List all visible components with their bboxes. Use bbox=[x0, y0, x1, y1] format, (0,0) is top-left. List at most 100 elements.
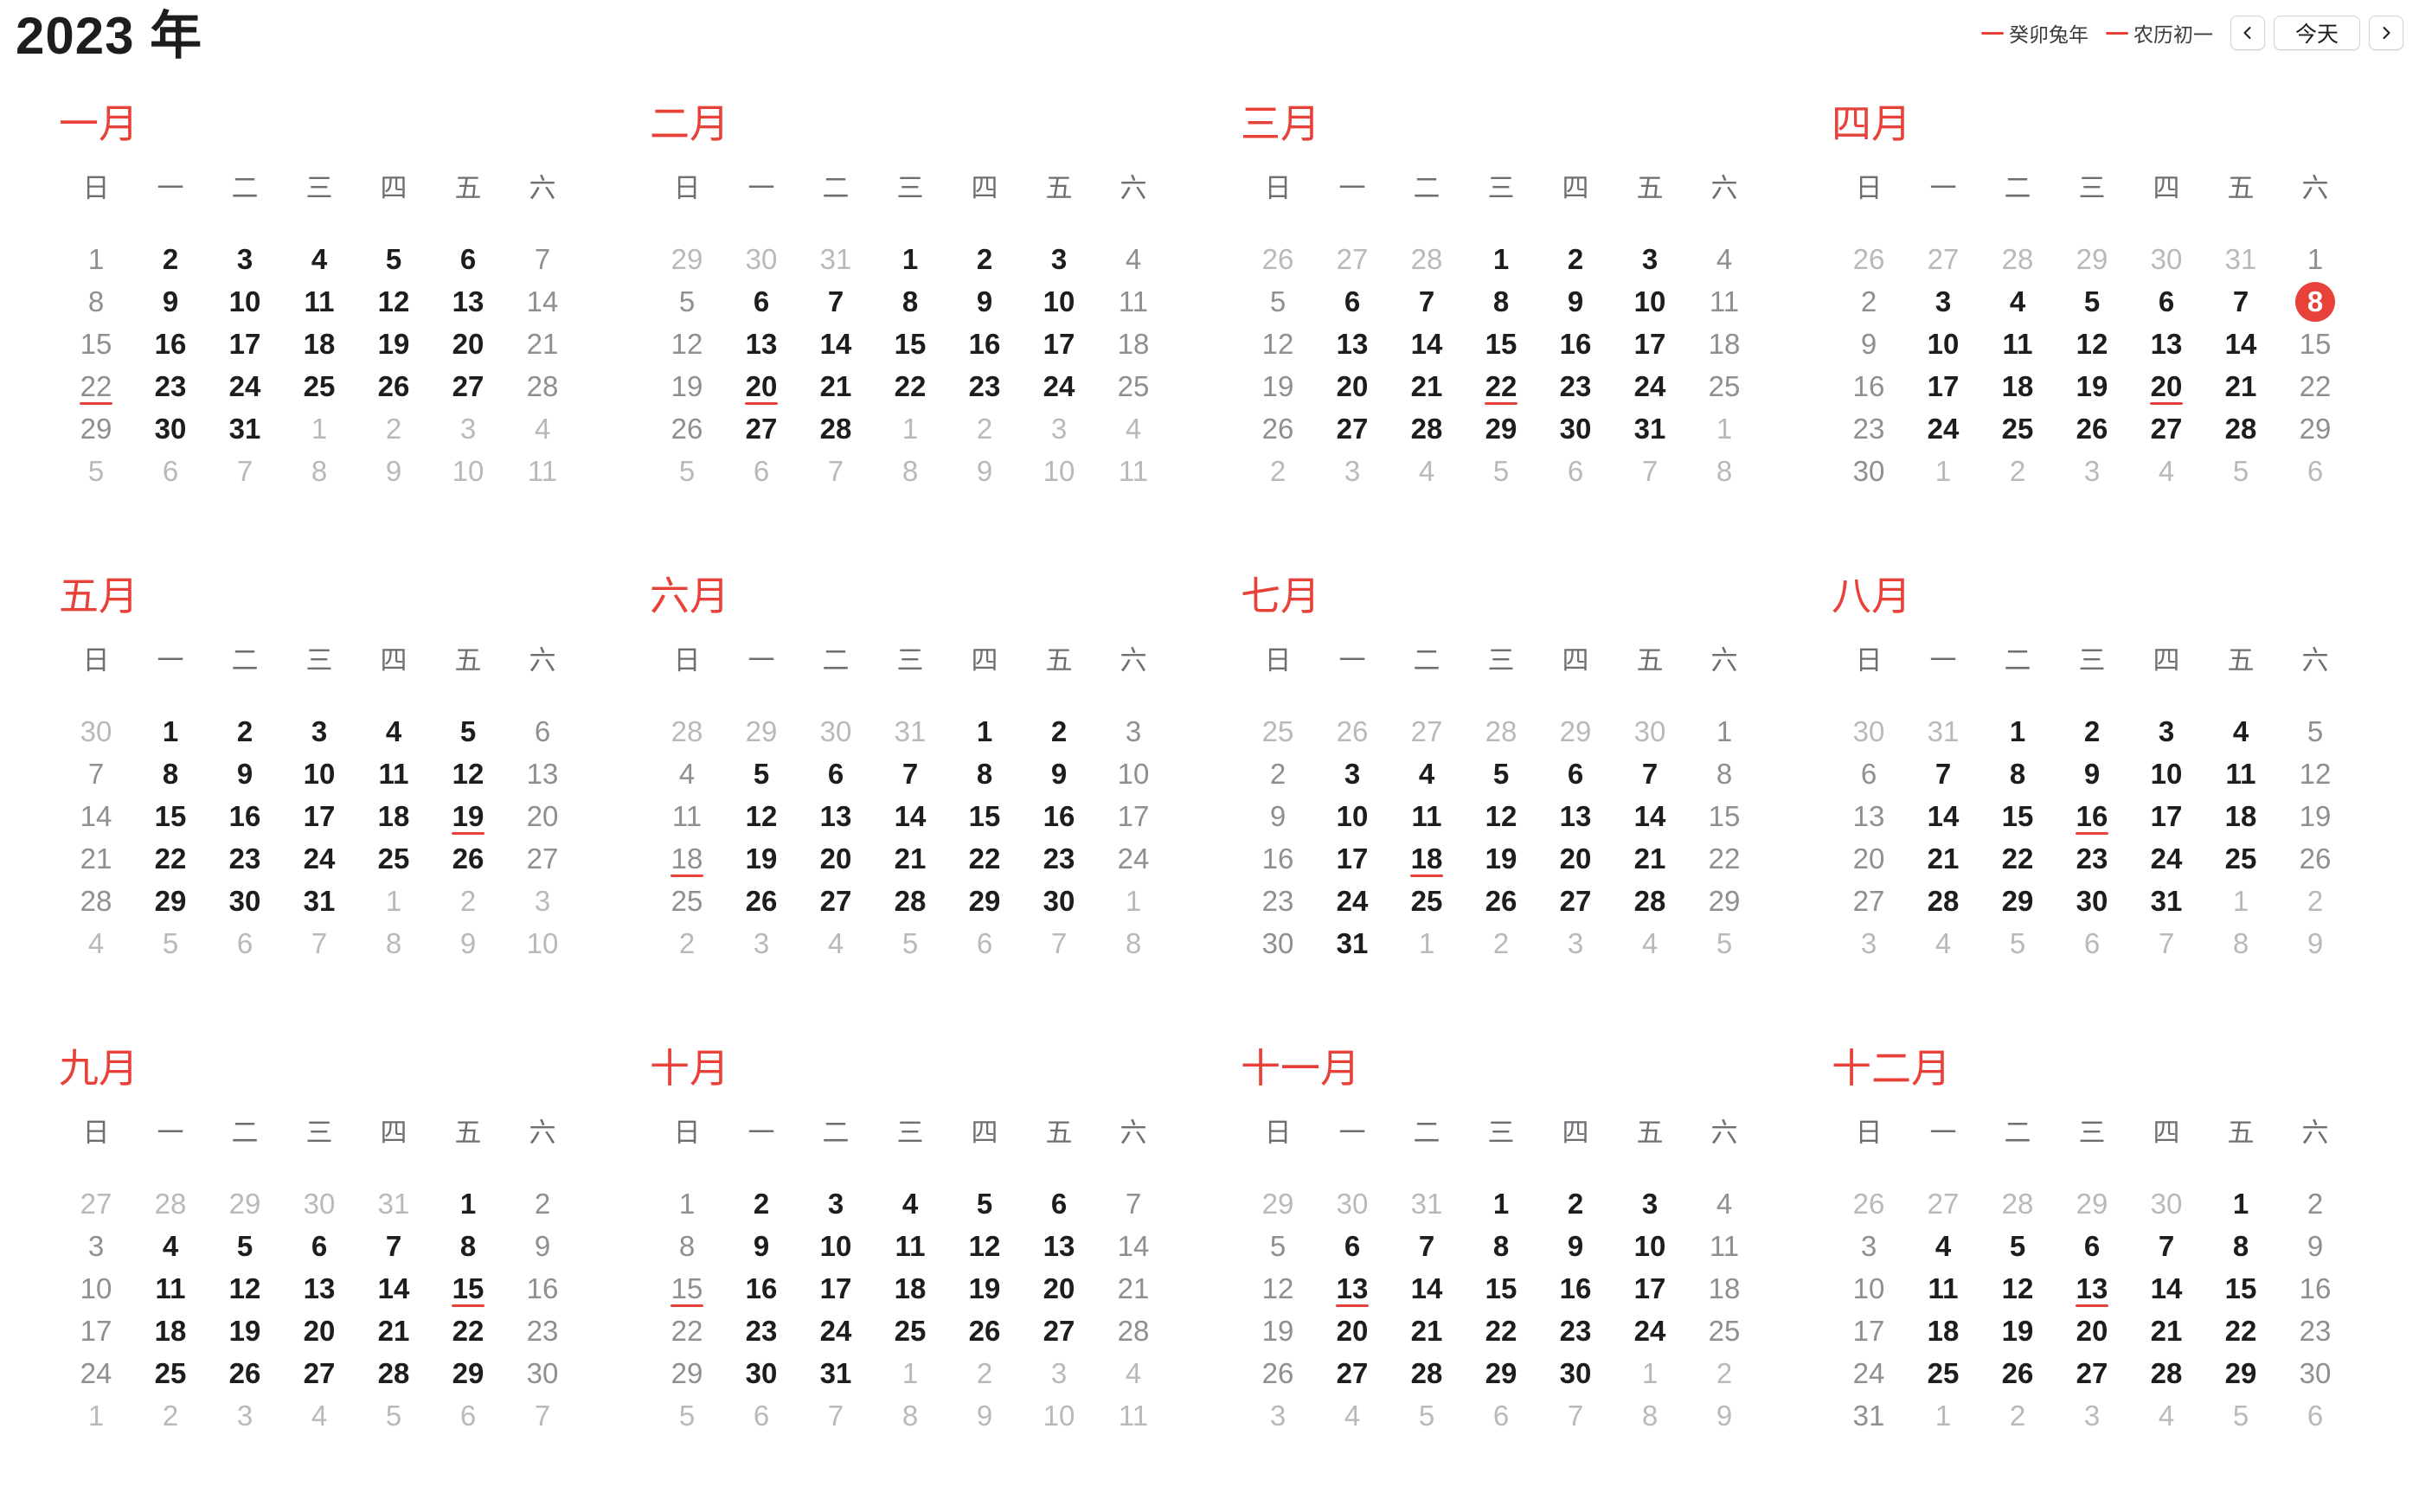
day-cell[interactable]: 3 bbox=[282, 710, 356, 753]
month-title[interactable]: 二月 bbox=[650, 95, 1241, 152]
adjacent-month-day[interactable]: 28 bbox=[650, 710, 724, 753]
adjacent-month-day[interactable]: 29 bbox=[724, 710, 799, 753]
month-title[interactable]: 十一月 bbox=[1241, 1040, 1832, 1097]
day-cell[interactable]: 4 bbox=[282, 238, 356, 280]
day-cell[interactable]: 15 bbox=[2204, 1267, 2278, 1310]
today-button[interactable]: 今天 bbox=[2273, 16, 2360, 50]
day-cell[interactable]: 1 bbox=[1687, 710, 1761, 753]
adjacent-month-day[interactable]: 2 bbox=[1464, 922, 1538, 964]
day-cell[interactable]: 6 bbox=[505, 710, 580, 753]
adjacent-month-day[interactable]: 6 bbox=[1538, 450, 1613, 492]
adjacent-month-day[interactable]: 25 bbox=[1241, 710, 1315, 753]
day-cell[interactable]: 13 bbox=[431, 280, 505, 323]
adjacent-month-day[interactable]: 26 bbox=[1832, 238, 1906, 280]
day-cell[interactable]: 12 bbox=[650, 323, 724, 365]
adjacent-month-day[interactable]: 3 bbox=[1832, 922, 1906, 964]
day-cell[interactable]: 12 bbox=[1464, 795, 1538, 837]
day-cell[interactable]: 2 bbox=[1832, 280, 1906, 323]
day-cell[interactable]: 17 bbox=[1022, 323, 1096, 365]
day-cell[interactable]: 28 bbox=[1389, 407, 1464, 450]
day-cell[interactable]: 16 bbox=[1538, 323, 1613, 365]
day-cell[interactable]: 6 bbox=[431, 238, 505, 280]
adjacent-month-day[interactable]: 2 bbox=[650, 922, 724, 964]
adjacent-month-day[interactable]: 11 bbox=[1096, 450, 1171, 492]
day-cell[interactable]: 15 bbox=[873, 323, 947, 365]
day-cell[interactable]: 31 bbox=[2129, 880, 2204, 922]
day-cell[interactable]: 7 bbox=[1613, 753, 1687, 795]
adjacent-month-day[interactable]: 27 bbox=[1906, 238, 1980, 280]
day-cell[interactable]: 8 bbox=[1687, 753, 1761, 795]
day-cell[interactable]: 15 bbox=[650, 1267, 724, 1310]
day-cell[interactable]: 8 bbox=[873, 280, 947, 323]
adjacent-month-day[interactable]: 30 bbox=[1315, 1182, 1389, 1225]
day-cell[interactable]: 27 bbox=[505, 837, 580, 880]
adjacent-month-day[interactable]: 30 bbox=[1832, 710, 1906, 753]
day-cell[interactable]: 12 bbox=[431, 753, 505, 795]
day-cell[interactable]: 28 bbox=[799, 407, 873, 450]
day-cell[interactable]: 13 bbox=[1538, 795, 1613, 837]
adjacent-month-day[interactable]: 5 bbox=[133, 922, 208, 964]
day-cell[interactable]: 20 bbox=[2129, 365, 2204, 407]
day-cell[interactable]: 19 bbox=[1241, 1310, 1315, 1352]
adjacent-month-day[interactable]: 10 bbox=[1022, 1394, 1096, 1437]
day-cell[interactable]: 1 bbox=[2204, 1182, 2278, 1225]
day-cell[interactable]: 3 bbox=[799, 1182, 873, 1225]
day-cell[interactable]: 29 bbox=[431, 1352, 505, 1394]
day-cell[interactable]: 9 bbox=[2055, 753, 2129, 795]
day-cell[interactable]: 17 bbox=[2129, 795, 2204, 837]
day-cell[interactable]: 15 bbox=[431, 1267, 505, 1310]
day-cell[interactable]: 5 bbox=[356, 238, 431, 280]
day-cell[interactable]: 30 bbox=[208, 880, 282, 922]
day-cell[interactable]: 27 bbox=[282, 1352, 356, 1394]
adjacent-month-day[interactable]: 2 bbox=[947, 407, 1022, 450]
day-cell[interactable]: 18 bbox=[1096, 323, 1171, 365]
day-cell[interactable]: 22 bbox=[650, 1310, 724, 1352]
day-cell[interactable]: 6 bbox=[799, 753, 873, 795]
day-cell[interactable]: 25 bbox=[650, 880, 724, 922]
day-cell[interactable]: 21 bbox=[1389, 1310, 1464, 1352]
day-cell[interactable]: 13 bbox=[505, 753, 580, 795]
adjacent-month-day[interactable]: 30 bbox=[724, 238, 799, 280]
day-cell[interactable]: 17 bbox=[1832, 1310, 1906, 1352]
day-cell[interactable]: 10 bbox=[208, 280, 282, 323]
adjacent-month-day[interactable]: 6 bbox=[1464, 1394, 1538, 1437]
adjacent-month-day[interactable]: 3 bbox=[431, 407, 505, 450]
adjacent-month-day[interactable]: 4 bbox=[282, 1394, 356, 1437]
day-cell[interactable]: 6 bbox=[1315, 1225, 1389, 1267]
day-cell[interactable]: 28 bbox=[1096, 1310, 1171, 1352]
day-cell[interactable]: 31 bbox=[799, 1352, 873, 1394]
adjacent-month-day[interactable]: 6 bbox=[2055, 922, 2129, 964]
day-cell[interactable]: 30 bbox=[1022, 880, 1096, 922]
day-cell[interactable]: 11 bbox=[1389, 795, 1464, 837]
day-cell[interactable]: 8 bbox=[59, 280, 133, 323]
day-cell[interactable]: 16 bbox=[1832, 365, 1906, 407]
day-cell[interactable]: 18 bbox=[1906, 1310, 1980, 1352]
day-cell[interactable]: 1 bbox=[1464, 1182, 1538, 1225]
day-cell[interactable]: 30 bbox=[1241, 922, 1315, 964]
day-cell[interactable]: 4 bbox=[873, 1182, 947, 1225]
day-cell[interactable]: 20 bbox=[1832, 837, 1906, 880]
day-cell[interactable]: 24 bbox=[799, 1310, 873, 1352]
previous-year-button[interactable] bbox=[2230, 16, 2265, 50]
adjacent-month-day[interactable]: 8 bbox=[873, 450, 947, 492]
day-cell[interactable]: 25 bbox=[1980, 407, 2055, 450]
day-cell[interactable]: 26 bbox=[431, 837, 505, 880]
day-cell[interactable]: 6 bbox=[282, 1225, 356, 1267]
adjacent-month-day[interactable]: 4 bbox=[2129, 450, 2204, 492]
day-cell[interactable]: 11 bbox=[1687, 1225, 1761, 1267]
adjacent-month-day[interactable]: 7 bbox=[1613, 450, 1687, 492]
day-cell[interactable]: 19 bbox=[947, 1267, 1022, 1310]
day-cell[interactable]: 8 bbox=[1464, 280, 1538, 323]
adjacent-month-day[interactable]: 1 bbox=[59, 1394, 133, 1437]
day-cell[interactable]: 12 bbox=[1241, 323, 1315, 365]
day-cell[interactable]: 19 bbox=[724, 837, 799, 880]
adjacent-month-day[interactable]: 3 bbox=[2055, 1394, 2129, 1437]
adjacent-month-day[interactable]: 4 bbox=[59, 922, 133, 964]
day-cell[interactable]: 22 bbox=[2204, 1310, 2278, 1352]
day-cell[interactable]: 25 bbox=[133, 1352, 208, 1394]
adjacent-month-day[interactable]: 10 bbox=[505, 922, 580, 964]
adjacent-month-day[interactable]: 8 bbox=[2204, 922, 2278, 964]
day-cell[interactable]: 2 bbox=[1022, 710, 1096, 753]
day-cell[interactable]: 31 bbox=[1613, 407, 1687, 450]
adjacent-month-day[interactable]: 5 bbox=[1980, 922, 2055, 964]
